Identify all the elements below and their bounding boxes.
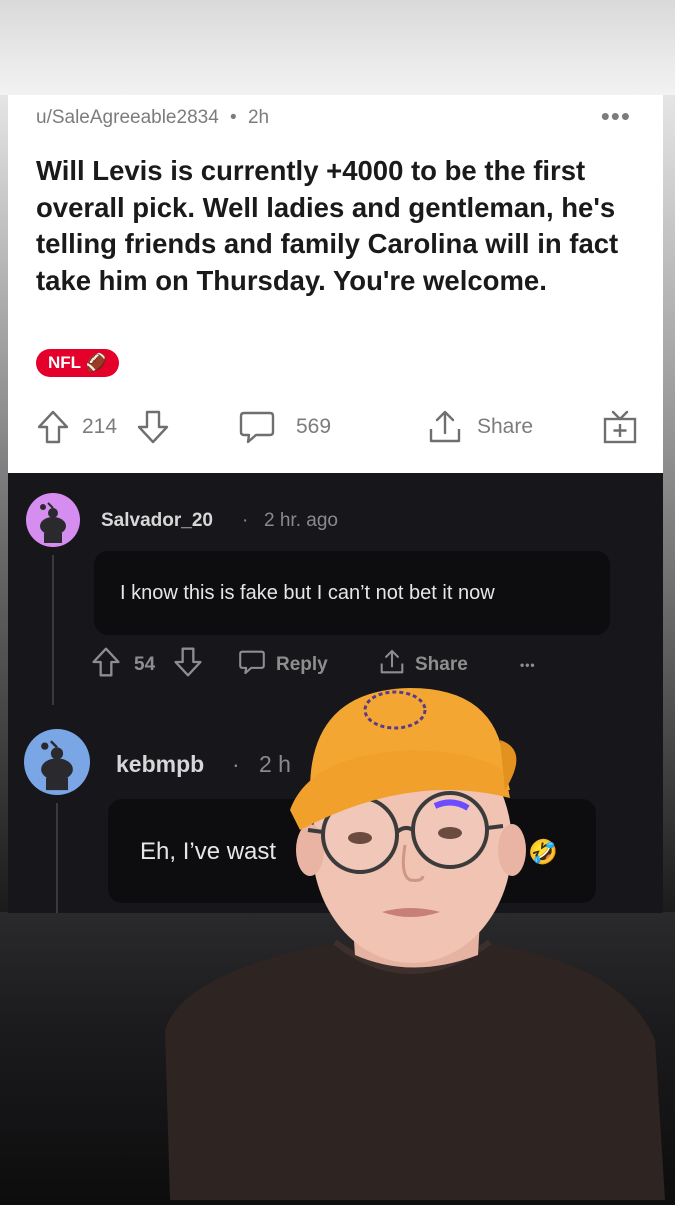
background-blur-left [0,95,8,915]
comment-share-button[interactable]: Share [378,648,468,682]
comment-username[interactable]: Salvador_20 [101,510,213,532]
comment-vote-count: 54 [134,654,156,675]
snoo-avatar-icon [40,502,66,543]
background-blur-top [0,0,675,95]
reply-label: Reply [276,654,328,675]
share-button[interactable]: Share [426,407,533,447]
upvote-icon [90,646,122,684]
comment-body-bubble: Eh, I’ve wast se 🤣 [108,799,596,903]
comment-action-bar: 54 Reply Share ••• [90,647,610,682]
comment-more-button[interactable]: ••• [520,650,536,680]
thread-line[interactable] [56,803,58,913]
post-username[interactable]: u/SaleAgreeable2834 [36,107,219,128]
downvote-button[interactable] [136,407,170,447]
comment-username[interactable]: kebmpb [116,751,204,778]
comment-body-text-right: se 🤣 [496,839,558,866]
comment-upvote-button[interactable] [90,647,122,680]
gift-award-icon [602,409,638,445]
post-meta: u/SaleAgreeable2834 • 2h [36,107,269,129]
upvote-button[interactable] [36,407,70,447]
comment-avatar[interactable] [26,493,80,547]
comment-separator: · [232,751,240,777]
background-blur-right [663,95,675,915]
downvote-icon [136,409,170,445]
comment-body-text: I know this is fake but I can’t not bet … [120,582,495,604]
post-action-bar: 214 569 Share [8,407,663,447]
post-title: Will Levis is currently +4000 to be the … [36,155,619,296]
snoo-avatar-icon [41,740,73,791]
reddit-post-card: u/SaleAgreeable2834 • 2h ••• Will Levis … [8,95,663,473]
thread-line[interactable] [52,555,54,705]
reply-icon [238,648,266,682]
post-comment-count: 569 [296,415,332,438]
reply-button[interactable]: Reply [238,650,328,680]
downvote-icon [172,646,204,684]
comment-downvote-button[interactable] [172,647,204,680]
comment-body-text-left: Eh, I’ve wast [140,838,277,865]
comments-section: Salvador_20 · 2 hr. ago I know this is f… [8,473,663,913]
comments-button[interactable]: 569 [238,407,331,447]
post-age: 2h [247,107,270,128]
award-button[interactable] [602,407,638,447]
comment-avatar[interactable] [24,729,90,795]
post-more-options-button[interactable]: ••• [601,101,631,132]
background-blur-bottom [0,912,675,1200]
comment-body-bubble: I know this is fake but I can’t not bet … [94,551,610,635]
share-label: Share [477,415,534,438]
comment-timestamp: 2 hr. ago [264,510,338,531]
comment-bubble-icon [238,409,276,445]
flair-badge[interactable]: NFL 🏈 [36,349,119,377]
share-label: Share [415,654,468,675]
share-icon [378,648,406,682]
comment-timestamp: 2 h [259,751,291,777]
post-vote-count: 214 [82,415,118,438]
meta-separator: • [230,107,237,128]
share-icon [426,409,464,445]
upvote-icon [36,409,70,445]
comment-separator: · [242,510,249,531]
